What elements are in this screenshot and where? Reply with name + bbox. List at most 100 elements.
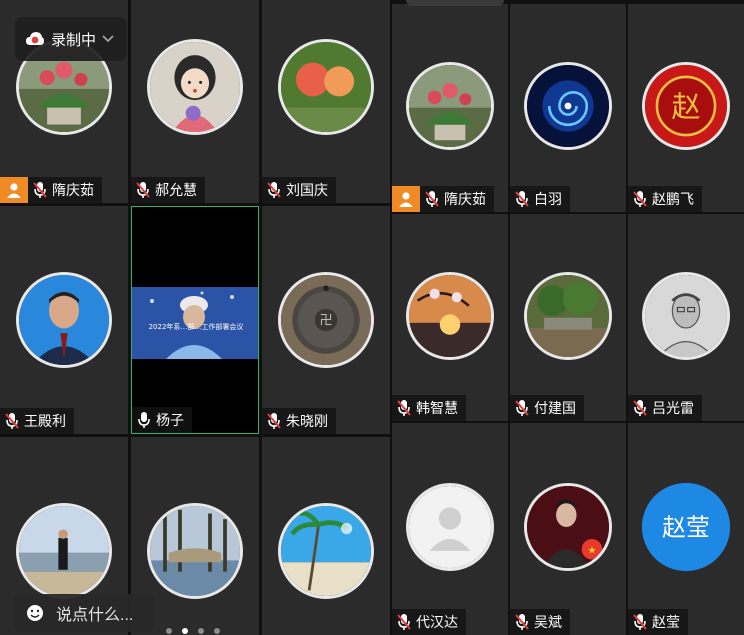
name-tag: 王殿利 <box>0 408 74 434</box>
host-badge <box>0 177 28 203</box>
name-tag: 吴斌 <box>510 609 570 635</box>
comment-placeholder: 说点什么... <box>56 607 134 624</box>
avatar <box>147 503 243 599</box>
avatar <box>406 272 494 360</box>
mic-muted-icon <box>515 614 529 630</box>
participant-tile[interactable]: 卍 朱晓刚 <box>262 206 390 434</box>
name-tag: 隋庆茹 <box>392 186 494 212</box>
participant-tile[interactable]: 王殿利 <box>0 206 128 434</box>
mic-muted-icon <box>267 182 281 198</box>
mic-muted-icon <box>267 413 281 429</box>
person-icon <box>399 192 413 207</box>
avatar-text: 赵 <box>671 89 700 123</box>
host-badge <box>392 186 420 212</box>
avatar <box>278 503 374 599</box>
participant-tile[interactable]: 韩智慧 <box>392 214 508 421</box>
svg-text:★: ★ <box>587 544 596 556</box>
participant-tile[interactable]: 代汉达 <box>392 423 508 635</box>
participant-tile[interactable]: 刘国庆 <box>262 0 390 203</box>
avatar-text: 赵莹 <box>662 513 710 541</box>
page-indicator[interactable] <box>166 628 220 634</box>
participant-name: 王殿利 <box>24 413 66 429</box>
name-tag: 郝允慧 <box>131 177 205 203</box>
participant-name: 朱晓刚 <box>286 413 328 429</box>
name-tag: 代汉达 <box>392 609 466 635</box>
smiley-icon <box>27 605 43 621</box>
active-speaker-tile[interactable]: 2022年系…部…工作部署会议 杨子 <box>131 206 259 434</box>
mic-muted-icon <box>33 182 47 198</box>
name-tag: 杨子 <box>132 407 192 433</box>
participant-tile[interactable]: 赵 赵鹏飞 <box>628 4 744 212</box>
page-dot-current[interactable] <box>182 628 188 634</box>
video-caption: 2022年系…部…工作部署会议 <box>149 322 244 331</box>
right-video-grid: 隋庆茹 白羽 赵 赵鹏飞 韩智慧 付建国 吕光雷 代汉达 ★ 吴斌 赵莹 赵莹 <box>390 0 744 635</box>
name-tag: 朱晓刚 <box>262 408 336 434</box>
name-tag: 隋庆茹 <box>0 177 102 203</box>
participant-name: 代汉达 <box>416 614 458 630</box>
name-tag: 赵莹 <box>628 609 688 635</box>
participant-tile[interactable]: 隋庆茹 <box>392 4 508 212</box>
participant-name: 韩智慧 <box>416 400 458 416</box>
avatar <box>524 272 612 360</box>
name-tag: 刘国庆 <box>262 177 336 203</box>
mic-muted-icon <box>515 400 529 416</box>
chevron-down-icon <box>102 35 114 43</box>
avatar <box>642 272 730 360</box>
participant-name: 隋庆茹 <box>52 182 94 198</box>
participant-tile[interactable]: 白羽 <box>510 4 626 212</box>
mic-muted-icon <box>136 182 150 198</box>
recording-label: 录制中 <box>51 31 97 49</box>
participant-name: 吕光雷 <box>652 400 694 416</box>
mic-muted-icon <box>633 400 647 416</box>
avatar: 赵 <box>642 62 730 150</box>
mic-muted-icon <box>5 413 19 429</box>
person-icon <box>7 183 21 198</box>
participant-tile[interactable]: 吕光雷 <box>628 214 744 421</box>
mic-muted-icon <box>397 400 411 416</box>
participant-name: 郝允慧 <box>155 182 197 198</box>
participant-name: 刘国庆 <box>286 182 328 198</box>
name-tag: 吕光雷 <box>628 395 702 421</box>
avatar: 卍 <box>278 272 374 368</box>
participant-tile[interactable]: 郝允慧 <box>131 0 259 203</box>
mic-muted-icon <box>633 614 647 630</box>
participant-tile[interactable] <box>262 437 390 635</box>
participant-name: 赵莹 <box>652 614 680 630</box>
name-tag: 赵鹏飞 <box>628 186 702 212</box>
recording-indicator[interactable]: 录制中 <box>15 17 127 61</box>
mic-muted-icon <box>515 191 529 207</box>
participant-name: 白羽 <box>534 191 562 207</box>
avatar <box>16 272 112 368</box>
svg-text:卍: 卍 <box>319 314 332 329</box>
page-dot[interactable] <box>166 628 172 634</box>
participant-name: 赵鹏飞 <box>652 191 694 207</box>
participant-tile[interactable]: 付建国 <box>510 214 626 421</box>
avatar: 赵莹 <box>642 483 730 571</box>
mic-muted-icon <box>425 191 439 207</box>
page-dot[interactable] <box>198 628 204 634</box>
participant-name: 隋庆茹 <box>444 191 486 207</box>
mic-icon <box>138 412 150 428</box>
participant-tile[interactable]: 赵莹 赵莹 <box>628 423 744 635</box>
participant-name: 付建国 <box>534 400 576 416</box>
recording-icon <box>26 32 44 45</box>
avatar <box>16 503 112 599</box>
participant-name: 杨子 <box>156 412 184 428</box>
page-dot[interactable] <box>214 628 220 634</box>
avatar <box>524 62 612 150</box>
mic-muted-icon <box>397 614 411 630</box>
avatar <box>278 39 374 135</box>
avatar <box>147 39 243 135</box>
participant-tile[interactable]: ★ 吴斌 <box>510 423 626 635</box>
name-tag: 韩智慧 <box>392 395 466 421</box>
name-tag: 白羽 <box>510 186 570 212</box>
avatar <box>406 483 494 571</box>
participant-name: 吴斌 <box>534 614 562 630</box>
avatar: ★ <box>524 483 612 571</box>
comment-input[interactable]: 说点什么... <box>14 594 154 632</box>
mic-muted-icon <box>633 191 647 207</box>
left-video-grid: 隋庆茹 郝允慧 刘国庆 王殿利 2022年系…部…工作部署会议 杨子 卍 朱晓刚… <box>0 0 390 635</box>
avatar <box>406 62 494 150</box>
name-tag: 付建国 <box>510 395 584 421</box>
video-feed: 2022年系…部…工作部署会议 <box>132 287 258 359</box>
